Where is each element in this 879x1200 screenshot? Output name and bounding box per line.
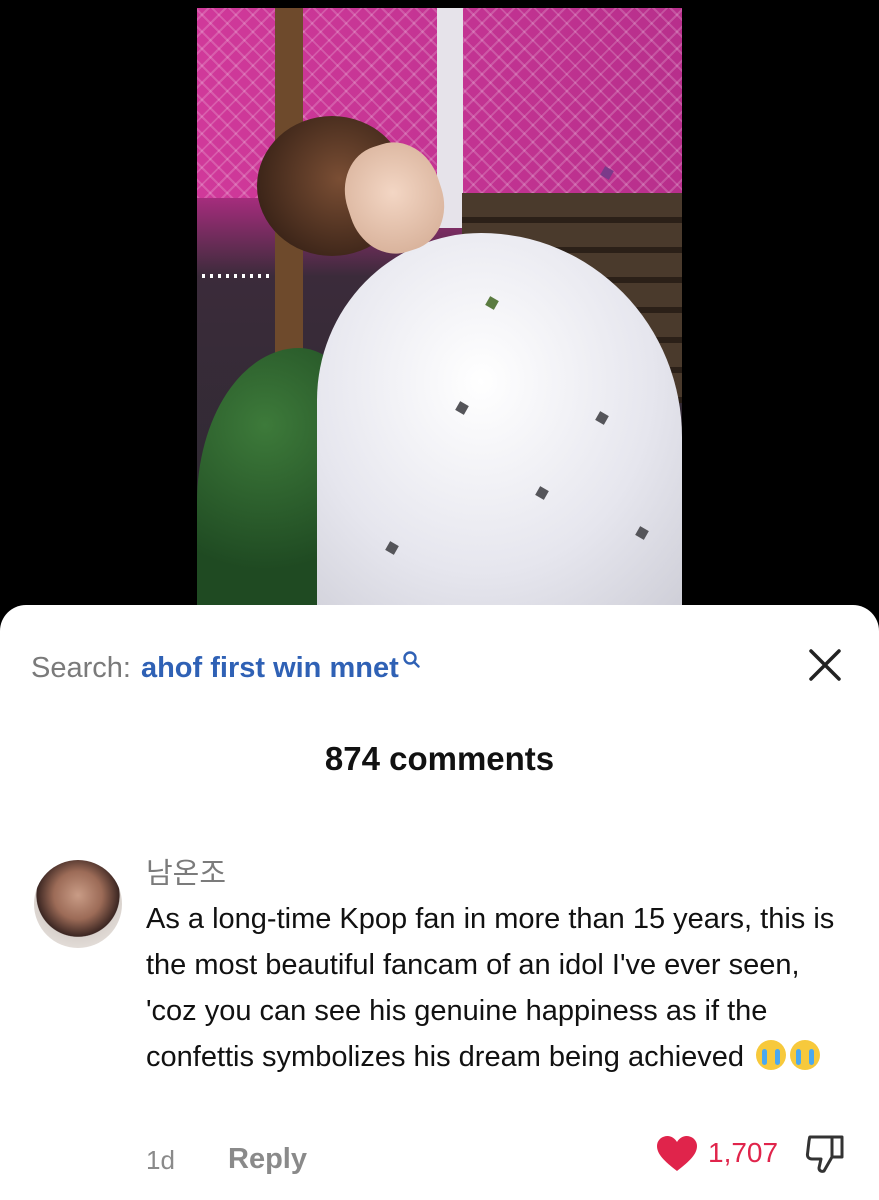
- avatar[interactable]: [34, 860, 122, 948]
- search-query-link[interactable]: ahof first win mnet: [141, 652, 399, 685]
- comment-text: As a long-time Kpop fan in more than 15 …: [146, 896, 836, 1080]
- comment-timestamp: 1d: [146, 1145, 175, 1175]
- comment-body: As a long-time Kpop fan in more than 15 …: [146, 903, 835, 1073]
- search-suggestion[interactable]: Search: ahof first win mnet: [31, 648, 420, 688]
- loudly-crying-face-icon: [756, 1040, 787, 1070]
- like-count: 1,707: [708, 1137, 779, 1168]
- heart-icon[interactable]: [656, 1135, 698, 1173]
- close-icon[interactable]: [806, 646, 844, 684]
- search-icon: [402, 647, 420, 669]
- search-prefix: Search:: [31, 651, 131, 684]
- string-lights: [202, 274, 272, 278]
- video-frame: [197, 8, 682, 605]
- video-player[interactable]: [0, 0, 879, 640]
- loudly-crying-face-icon: [790, 1040, 821, 1070]
- comment-username[interactable]: 남온조: [146, 850, 226, 892]
- thumbs-down-icon[interactable]: [804, 1133, 848, 1175]
- reply-button[interactable]: Reply: [228, 1143, 307, 1176]
- comments-count: 874 comments: [324, 740, 555, 777]
